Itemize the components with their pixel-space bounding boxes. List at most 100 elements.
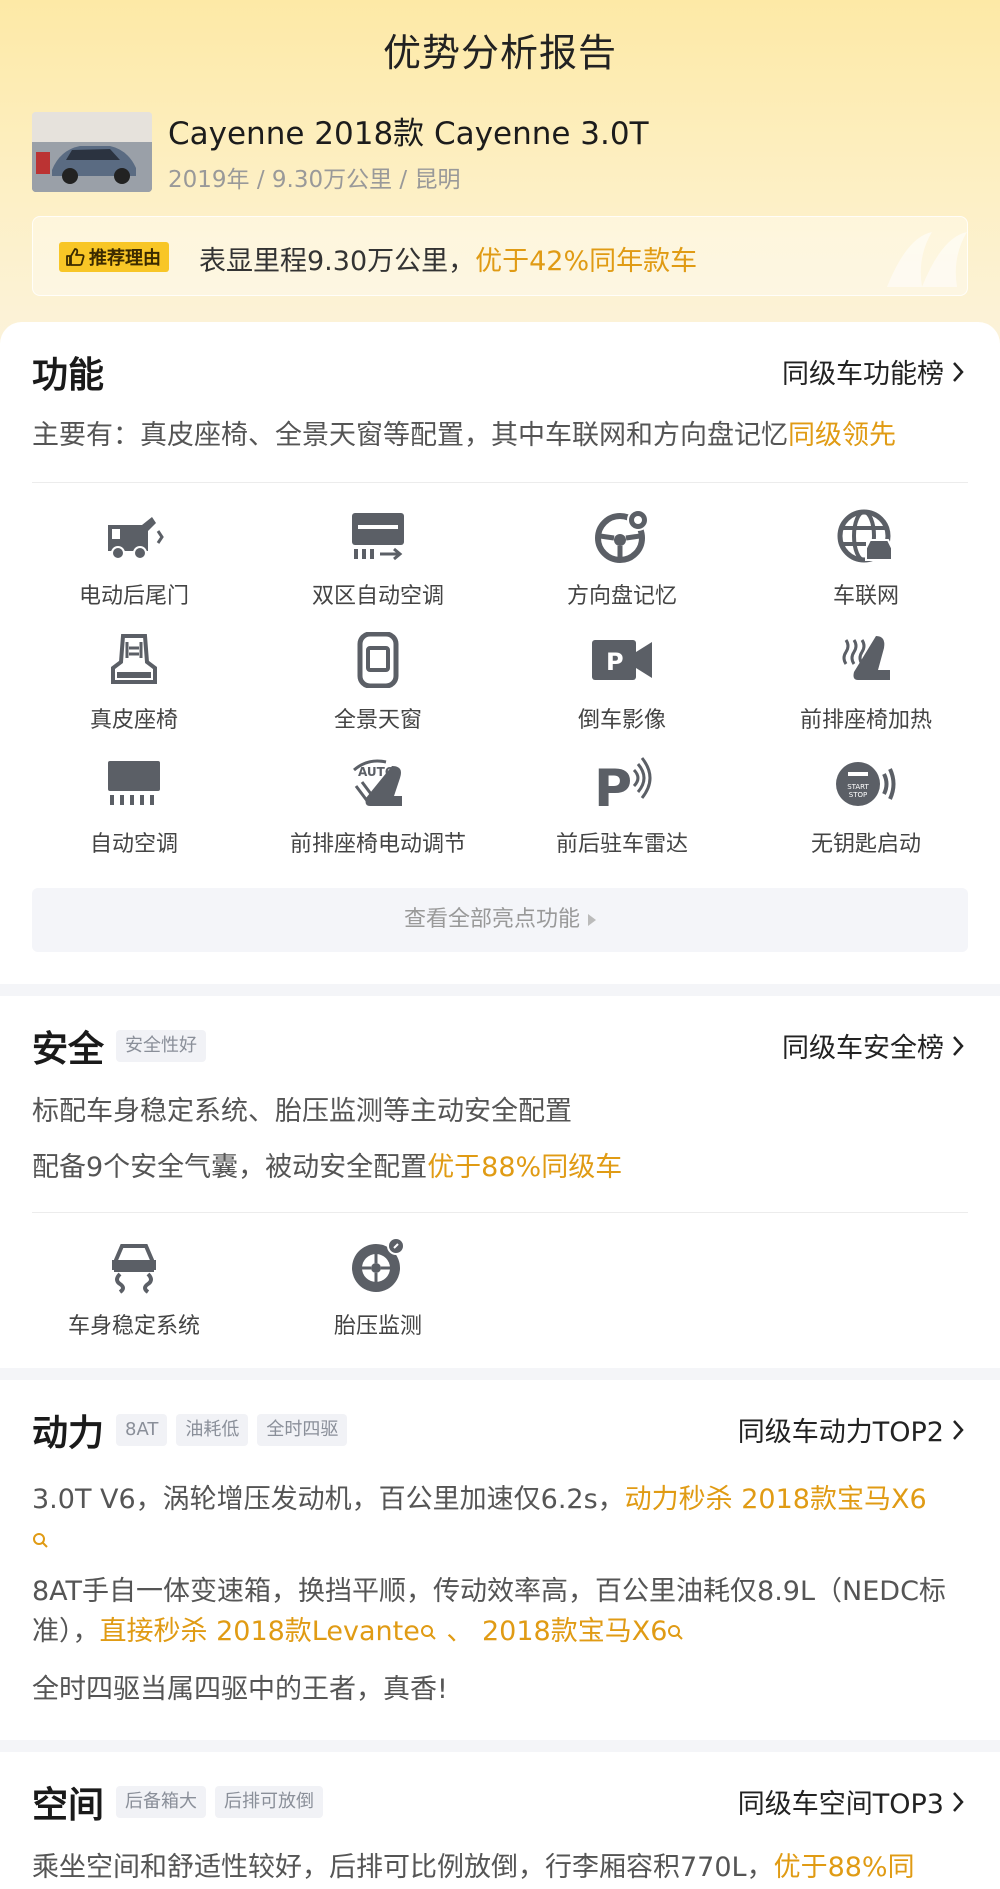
reason-plain-text: 表显里程9.30万公里， [199,246,476,277]
safety-line-2-highlight: 优于88%同级车 [427,1152,623,1183]
power-tailgate-icon [108,517,164,560]
view-all-label: 查看全部亮点功能 [403,907,580,932]
caret-right-icon [588,914,596,926]
panoramic-sunroof-icon [357,632,399,688]
space-tag: 后排可放倒 [215,1786,324,1818]
recommend-reason-label: 推荐理由 [89,248,161,269]
feature-label: 自动空调 [89,832,178,857]
keyless-start-icon: START STOP [836,762,896,806]
search-icon[interactable] [32,1532,50,1550]
divider [32,1212,968,1213]
space-rank-label: 同级车空间TOP3 [737,1789,944,1820]
space-title: 空间 [32,1785,105,1826]
power-rank-label: 同级车动力TOP2 [737,1417,944,1448]
quote-deco-icon [887,232,967,287]
chevron-right-icon [953,1035,964,1056]
recommend-reason-box: 推荐理由 表显里程9.30万公里，优于42%同年款车 [32,216,968,296]
space-para: 乘坐空间和舒适性较好，后排可比例放倒，行李厢容积770L，优于88%同 [32,1848,968,1888]
function-summary: 主要有：真皮座椅、全景天窗等配置，其中车联网和方向盘记忆同级领先 [32,416,968,456]
feature-power-seat[interactable]: AUTO 前排座椅电动调节 [258,754,498,858]
space-rank-link[interactable]: 同级车空间TOP3 [738,1782,964,1821]
function-summary-highlight: 同级领先 [788,420,896,451]
thumbs-up-icon [66,248,85,266]
feature-label: 前后驻车雷达 [555,832,688,857]
leather-seat-icon [111,634,157,684]
power-tag: 全时四驱 [257,1414,348,1446]
function-rank-label: 同级车功能榜 [782,359,944,390]
auto-ac-icon [108,761,160,805]
feature-tire-pressure[interactable]: 胎压监测 [258,1236,498,1340]
feature-connected-car[interactable]: 车联网 [746,506,986,610]
feature-dual-zone-ac[interactable]: 双区自动空调 [258,506,498,610]
feature-seat-heating[interactable]: 前排座椅加热 [746,630,986,734]
svg-text:P: P [606,648,624,676]
seat-heating-icon [842,636,890,680]
page-title: 优势分析报告 [382,31,617,75]
connected-car-icon [837,509,893,563]
function-title: 功能 [32,355,105,396]
safety-title: 安全 [32,1029,105,1070]
feature-label: 真皮座椅 [89,708,178,733]
feature-reverse-camera[interactable]: P 倒车影像 [502,630,742,734]
search-icon[interactable] [420,1624,438,1642]
feature-label: 全景天窗 [333,708,422,733]
safety-line-1: 标配车身稳定系统、胎压监测等主动安全配置 [32,1096,572,1127]
chevron-right-icon [953,1419,964,1440]
space-para-text: 乘坐空间和舒适性较好，后排可比例放倒，行李厢容积770L， [32,1852,774,1883]
stability-control-icon [112,1244,156,1294]
function-rank-link[interactable]: 同级车功能榜 [782,352,964,391]
safety-line-2: 配备9个安全气囊，被动安全配置优于88%同级车 [32,1148,968,1188]
power-para-3: 全时四驱当属四驱中的王者，真香! [32,1674,448,1705]
stop-badge: STOP [849,791,867,799]
feature-keyless-start[interactable]: START STOP 无钥匙启动 [746,754,986,858]
function-card: 功能 同级车功能榜 主要有：真皮座椅、全景天窗等配置，其中车联网和方向盘记忆同级… [0,322,1000,984]
safety-card: 安全 安全性好 同级车安全榜 标配车身稳定系统、胎压监测等主动安全配置 配备9个… [0,996,1000,1368]
feature-panoramic-sunroof[interactable]: 全景天窗 [258,630,498,734]
car-photo-icon [32,112,152,192]
car-subtitle: 2019年 / 9.30万公里 / 昆明 [168,167,461,193]
safety-rank-label: 同级车安全榜 [782,1033,944,1064]
power-tag: 油耗低 [176,1414,249,1446]
space-para-highlight: 优于88%同 [773,1852,915,1883]
car-thumbnail[interactable] [32,112,152,192]
svg-text:P: P [594,759,632,812]
feature-steering-memory[interactable]: 方向盘记忆 [502,506,742,610]
power-title: 动力 [32,1413,105,1454]
recommend-reason-tag: 推荐理由 [59,242,169,272]
power-tag: 8AT [116,1414,168,1446]
feature-label: 无钥匙启动 [810,832,921,857]
search-icon[interactable] [667,1624,685,1642]
feature-label: 胎压监测 [333,1314,422,1339]
dual-zone-ac-icon [352,513,404,561]
chevron-right-icon [953,361,964,382]
feature-label: 前排座椅加热 [799,708,932,733]
feature-label: 车联网 [832,584,899,609]
report-header: 优势分析报告 Cayenne 2018款 Cayenne 3.0T 2019年 … [0,0,1000,360]
safety-rank-link[interactable]: 同级车安全榜 [782,1026,964,1065]
feature-auto-ac[interactable]: 自动空调 [14,754,254,858]
start-badge: START [847,783,869,791]
feature-power-tailgate[interactable]: 电动后尾门 [14,506,254,610]
feature-label: 前排座椅电动调节 [289,832,466,857]
power-rank-link[interactable]: 同级车动力TOP2 [738,1410,964,1449]
reason-highlight: 优于42%同年款车 [475,246,698,277]
separator: 、 [437,1616,482,1647]
power-para-1: 3.0T V6，涡轮增压发动机，百公里加速仅6.2s，动力秒杀 2018款宝马X… [32,1480,968,1560]
feature-leather-seat[interactable]: 真皮座椅 [14,630,254,734]
view-all-features-button[interactable]: 查看全部亮点功能 [32,888,968,952]
feature-label: 方向盘记忆 [566,584,677,609]
recommend-reason-text: 表显里程9.30万公里，优于42%同年款车 [199,239,697,278]
car-title: Cayenne 2018款 Cayenne 3.0T [168,116,649,152]
steering-memory-icon [595,509,649,563]
power-para-1-text: 3.0T V6，涡轮增压发动机，百公里加速仅6.2s， [32,1484,625,1515]
power-header: 动力 8AT 油耗低 全时四驱 [32,1404,348,1456]
compare-link-levante[interactable]: 直接秒杀 2018款Levante [100,1616,420,1647]
compare-link-x6-2[interactable]: 2018款宝马X6 [482,1616,667,1647]
chevron-right-icon [953,1791,964,1812]
feature-stability-control[interactable]: 车身稳定系统 [14,1236,254,1340]
feature-parking-radar[interactable]: P 前后驻车雷达 [502,754,742,858]
parking-radar-icon: P [594,757,652,812]
compare-link-x6[interactable]: 动力秒杀 2018款宝马X6 [625,1484,927,1515]
power-card: 动力 8AT 油耗低 全时四驱 同级车动力TOP2 3.0T V6，涡轮增压发动… [0,1380,1000,1740]
power-para-2: 8AT手自一体变速箱，换挡平顺，传动效率高，百公里油耗仅8.9L（NEDC标准）… [32,1572,968,1652]
